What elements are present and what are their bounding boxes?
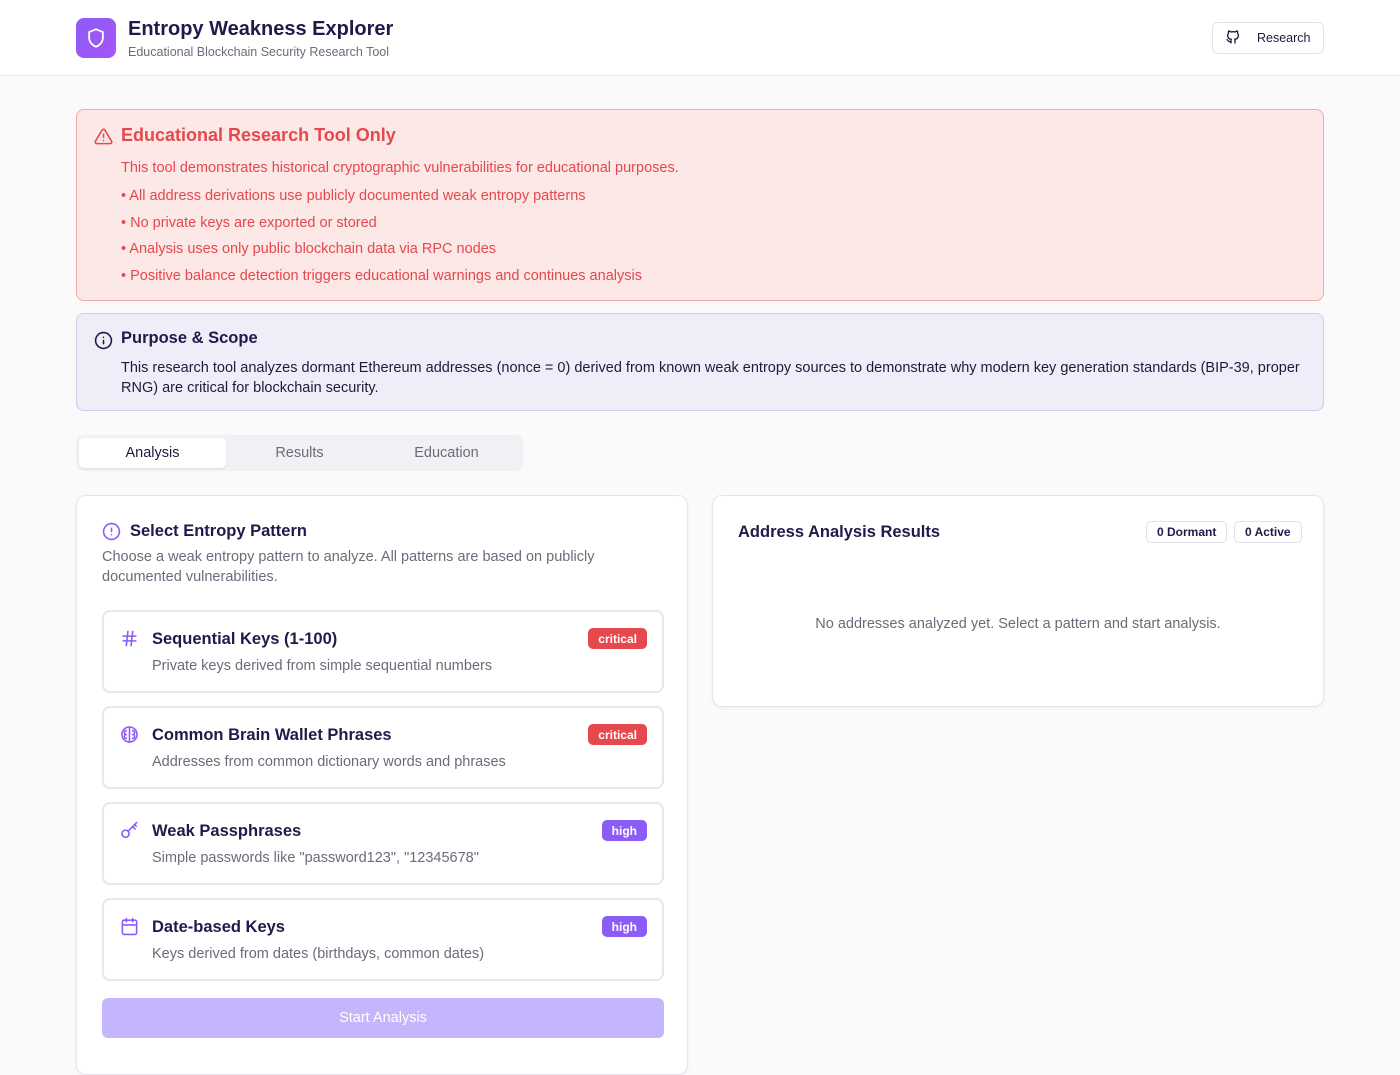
- alert-triangle-icon: [94, 127, 113, 151]
- warning-item: • Positive balance detection triggers ed…: [121, 268, 642, 285]
- key-icon: [120, 821, 139, 845]
- pattern-description: Private keys derived from simple sequent…: [152, 658, 493, 674]
- tab-analysis[interactable]: Analysis: [79, 438, 226, 468]
- severity-badge: high: [601, 820, 647, 841]
- pattern-option-brain-wallet[interactable]: Common Brain Wallet Phrases Addresses fr…: [102, 706, 664, 789]
- severity-badge: critical: [588, 724, 647, 745]
- select-pattern-description: Choose a weak entropy pattern to analyze…: [102, 549, 595, 585]
- app-subtitle: Educational Blockchain Security Research…: [128, 45, 390, 59]
- alert-circle-icon: [102, 522, 121, 546]
- warning-item: • No private keys are exported or stored: [121, 214, 377, 231]
- start-analysis-button[interactable]: Start Analysis: [102, 998, 664, 1038]
- app-title: Entropy Weakness Explorer: [128, 18, 394, 40]
- warning-item: • All address derivations use publicly d…: [121, 188, 586, 204]
- severity-badge: high: [601, 916, 647, 937]
- tab-results[interactable]: Results: [226, 438, 373, 468]
- pattern-option-date-based[interactable]: Date-based Keys Keys derived from dates …: [102, 898, 664, 981]
- purpose-text: This research tool analyzes dormant Ethe…: [121, 360, 1300, 396]
- warning-title: Educational Research Tool Only: [121, 125, 396, 145]
- purpose-banner: Purpose & Scope This research tool analy…: [76, 313, 1324, 411]
- empty-results-message: No addresses analyzed yet. Select a patt…: [815, 616, 1221, 632]
- tab-bar: Analysis Results Education: [76, 435, 523, 471]
- github-icon: [1225, 29, 1241, 48]
- hash-icon: [120, 629, 139, 653]
- pattern-title: Sequential Keys (1-100): [152, 630, 338, 648]
- info-icon: [94, 331, 113, 355]
- dormant-count-badge: 0 Dormant: [1146, 521, 1228, 543]
- pattern-description: Simple passwords like "password123", "12…: [152, 850, 479, 866]
- severity-badge: critical: [588, 628, 647, 649]
- tab-education[interactable]: Education: [373, 438, 520, 468]
- warning-banner: Educational Research Tool Only This tool…: [76, 109, 1324, 301]
- pattern-option-sequential[interactable]: Sequential Keys (1-100) Private keys der…: [102, 610, 664, 693]
- shield-logo-icon: [76, 18, 116, 58]
- pattern-title: Date-based Keys: [152, 918, 285, 936]
- pattern-title: Common Brain Wallet Phrases: [152, 726, 392, 744]
- active-count-badge: 0 Active: [1234, 521, 1302, 543]
- warning-intro: This tool demonstrates historical crypto…: [121, 160, 679, 176]
- pattern-description: Keys derived from dates (birthdays, comm…: [152, 946, 485, 962]
- select-pattern-title: Select Entropy Pattern: [130, 522, 307, 540]
- research-button-label: Research: [1257, 31, 1311, 45]
- brain-icon: [120, 725, 139, 749]
- calendar-icon: [120, 917, 139, 941]
- purpose-title: Purpose & Scope: [121, 329, 258, 347]
- select-pattern-card: Select Entropy Pattern Choose a weak ent…: [76, 495, 688, 1075]
- pattern-option-weak-passphrases[interactable]: Weak Passphrases Simple passwords like "…: [102, 802, 664, 885]
- research-button[interactable]: Research: [1212, 22, 1324, 54]
- pattern-description: Addresses from common dictionary words a…: [152, 754, 506, 770]
- results-card: Address Analysis Results 0 Dormant 0 Act…: [712, 495, 1324, 707]
- app-header: Entropy Weakness Explorer Educational Bl…: [0, 0, 1400, 76]
- results-title: Address Analysis Results: [738, 523, 941, 541]
- warning-list: • All address derivations use publicly d…: [121, 187, 642, 294]
- pattern-title: Weak Passphrases: [152, 822, 302, 840]
- warning-item: • Analysis uses only public blockchain d…: [121, 241, 497, 258]
